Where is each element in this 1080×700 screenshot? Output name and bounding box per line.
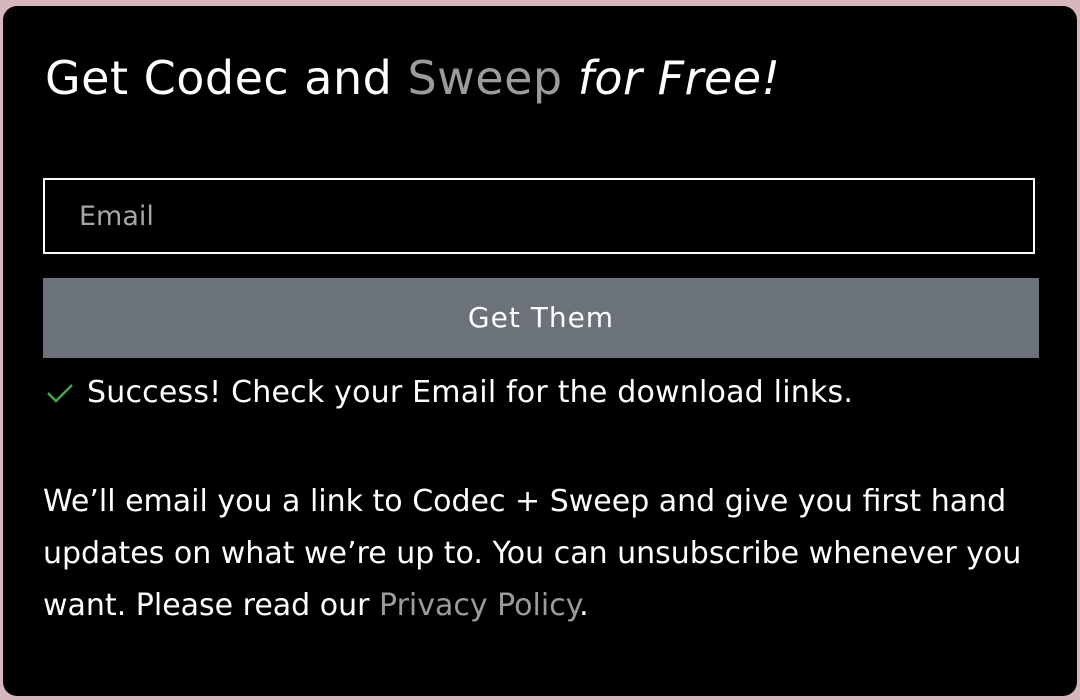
signup-panel: Get Codec and Sweep for Free! Get Them S…	[3, 6, 1077, 696]
title-text: Get Codec and	[45, 51, 408, 105]
info-suffix: .	[579, 588, 589, 623]
privacy-policy-link[interactable]: Privacy Policy	[379, 588, 579, 623]
email-field[interactable]	[43, 178, 1035, 254]
panel-title: Get Codec and Sweep for Free!	[45, 50, 781, 106]
success-message: Success! Check your Email for the downlo…	[43, 372, 853, 412]
title-accent: Sweep	[407, 51, 563, 105]
info-text: We’ll email you a link to Codec + Sweep …	[43, 476, 1033, 632]
check-icon	[47, 384, 73, 403]
title-italic: for Free!	[577, 51, 781, 105]
success-text: Success! Check your Email for the downlo…	[87, 374, 854, 410]
get-them-button[interactable]: Get Them	[43, 278, 1039, 358]
